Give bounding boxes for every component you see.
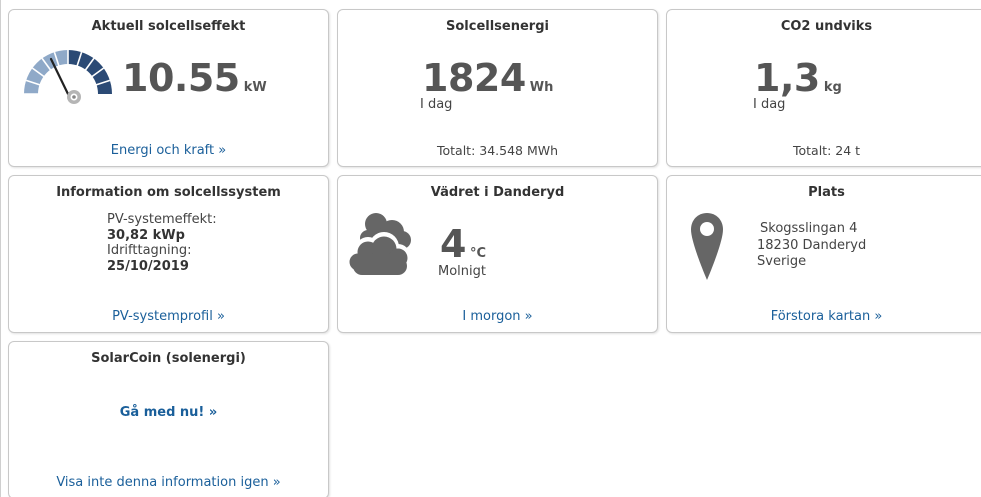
weather-condition: Molnigt bbox=[438, 264, 486, 279]
temperature-unit: °C bbox=[469, 246, 486, 261]
pv-power-label: PV-systemeffekt: bbox=[107, 212, 217, 227]
tile-title: Plats bbox=[808, 185, 845, 200]
enlarge-map-link[interactable]: Förstora kartan » bbox=[667, 309, 981, 324]
energy-value: 1824 bbox=[422, 56, 526, 100]
dismiss-info-link[interactable]: Visa inte denna information igen » bbox=[9, 475, 328, 490]
address: Skogsslingan 4 18230 Danderyd Sverige bbox=[757, 221, 866, 271]
tomorrow-forecast-link[interactable]: I morgon » bbox=[338, 309, 657, 324]
current-power-tile: Aktuell solcellseffekt 10.55 kW Energi o… bbox=[8, 9, 329, 167]
energy-and-power-link[interactable]: Energi och kraft » bbox=[9, 143, 328, 158]
join-now-link[interactable]: Gå med nu! » bbox=[9, 405, 328, 420]
address-street: Skogsslingan 4 bbox=[760, 221, 858, 236]
pv-system-profile-link[interactable]: PV-systemprofil » bbox=[9, 309, 328, 324]
address-postal: 18230 Danderyd bbox=[757, 237, 867, 253]
energy-period: I dag bbox=[420, 97, 453, 112]
commission-label: Idrifttagning: bbox=[107, 243, 192, 258]
temperature-value: 4 bbox=[440, 222, 466, 266]
solarcoin-tile: SolarCoin (solenergi) Gå med nu! » Visa … bbox=[8, 341, 329, 497]
map-pin-icon bbox=[691, 213, 723, 280]
weather-tile: Vädret i Danderyd 4 °C Molnigt I morgon … bbox=[337, 175, 658, 333]
co2-period: I dag bbox=[753, 97, 786, 112]
power-value: 10.55 bbox=[122, 56, 240, 100]
power-unit: kW bbox=[243, 80, 267, 95]
tile-title: Solcellsenergi bbox=[446, 19, 549, 34]
cloud-icon bbox=[348, 213, 411, 277]
left-border bbox=[0, 0, 1, 497]
co2-unit: kg bbox=[823, 80, 842, 95]
energy-reading: 1824 Wh bbox=[422, 56, 553, 100]
address-country: Sverige bbox=[757, 254, 807, 269]
temperature-reading: 4 °C bbox=[440, 222, 486, 266]
power-reading: 10.55 kW bbox=[122, 56, 267, 100]
location-tile: Plats Skogsslingan 4 18230 Danderyd Sver… bbox=[666, 175, 981, 333]
energy-unit: Wh bbox=[529, 80, 554, 95]
co2-value: 1,3 bbox=[754, 56, 820, 100]
co2-avoided-tile: CO2 undviks 1,3 kg I dag Totalt: 24 t bbox=[666, 9, 981, 167]
tile-title: SolarCoin (solenergi) bbox=[91, 351, 246, 366]
co2-reading: 1,3 kg bbox=[754, 56, 842, 100]
commission-date: 25/10/2019 bbox=[107, 258, 189, 274]
tile-title: Aktuell solcellseffekt bbox=[91, 19, 246, 34]
tile-title: CO2 undviks bbox=[780, 19, 873, 34]
gauge-icon bbox=[24, 50, 112, 108]
system-info-details: PV-systemeffekt: 30,82 kWp Idrifttagning… bbox=[107, 212, 217, 274]
solar-energy-tile: Solcellsenergi 1824 Wh I dag Totalt: 34.… bbox=[337, 9, 658, 167]
energy-total: Totalt: 34.548 MWh bbox=[436, 143, 559, 158]
pv-power-value: 30,82 kWp bbox=[107, 227, 185, 243]
co2-total: Totalt: 24 t bbox=[792, 143, 861, 158]
tile-title: Information om solcellssystem bbox=[56, 185, 281, 200]
tile-title: Vädret i Danderyd bbox=[430, 185, 565, 200]
system-info-tile: Information om solcellssystem PV-systeme… bbox=[8, 175, 329, 333]
